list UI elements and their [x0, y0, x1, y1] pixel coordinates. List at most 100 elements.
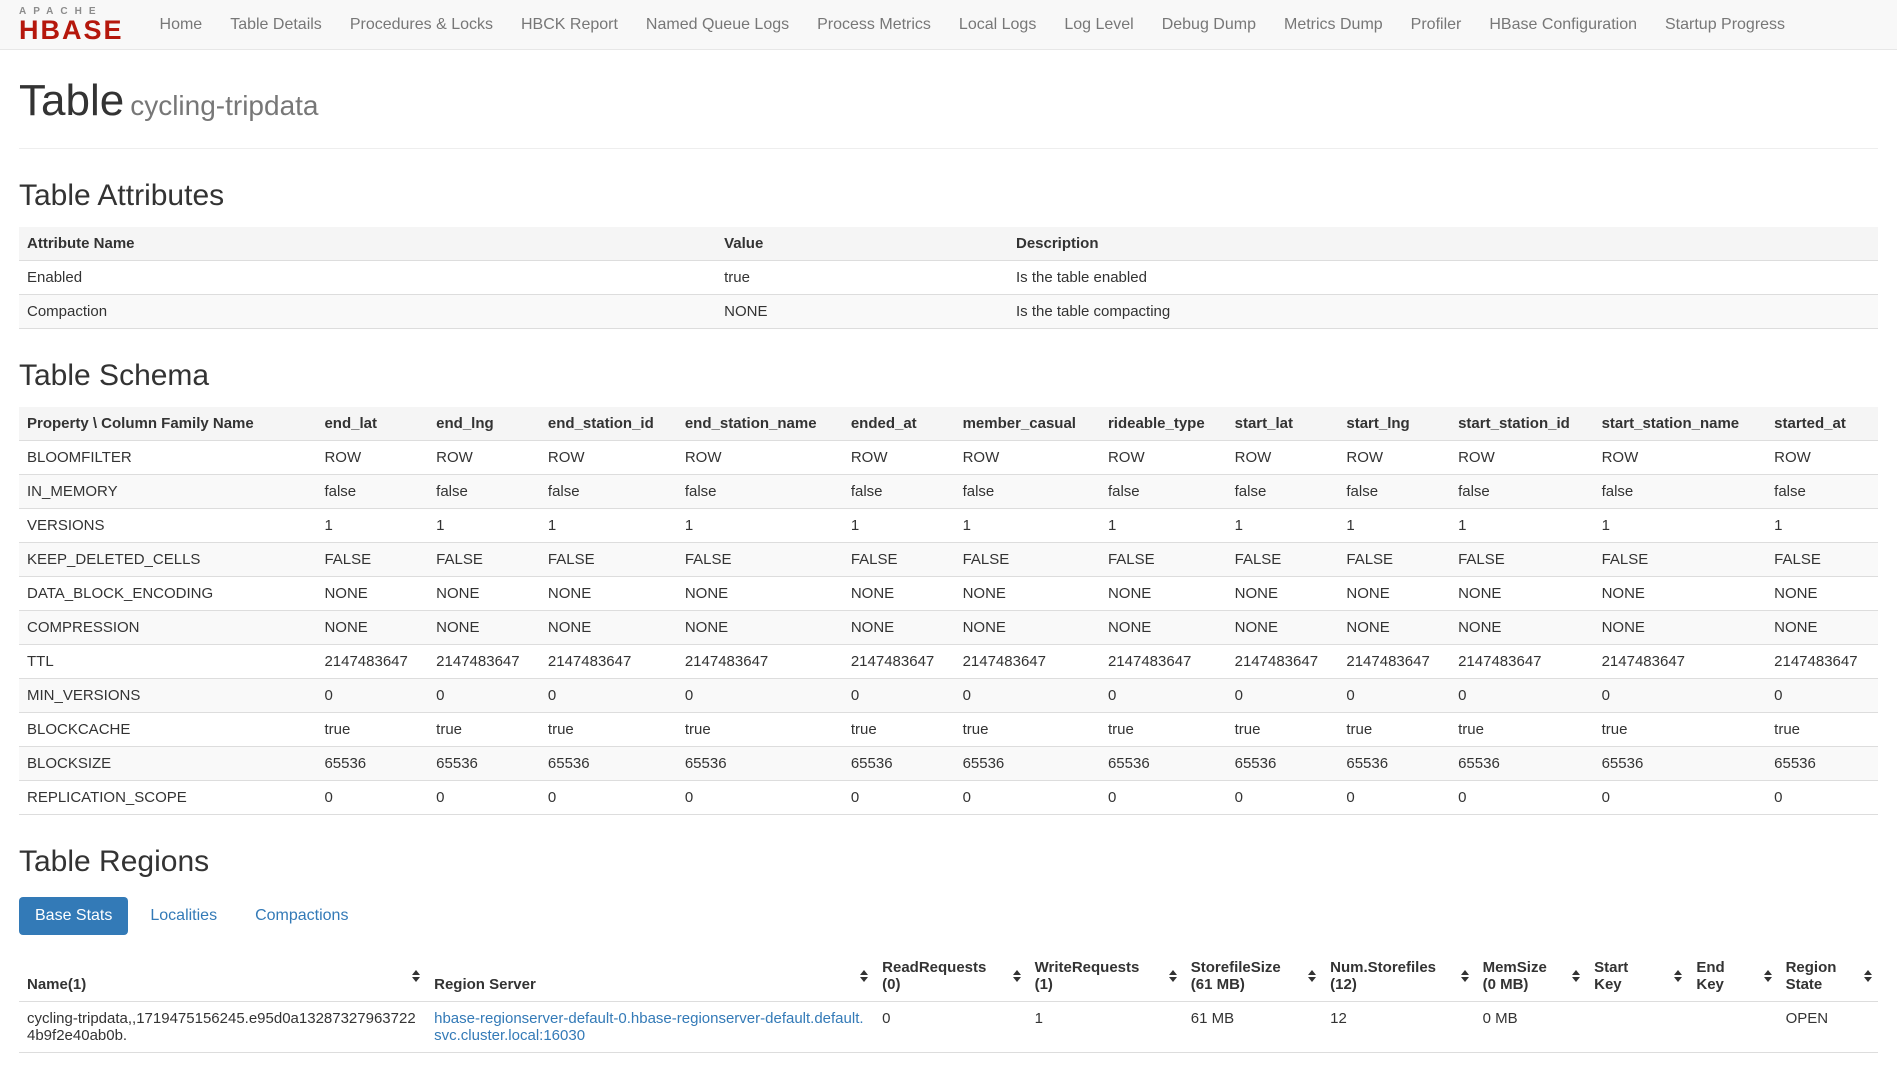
regions-col-mem-size[interactable]: MemSize (0 MB)	[1475, 951, 1587, 1002]
sort-icon[interactable]	[1764, 970, 1772, 982]
regions-col-num-storefiles[interactable]: Num.Storefiles (12)	[1322, 951, 1474, 1002]
schema-value-cell: 65536	[1227, 747, 1339, 781]
schema-value-cell: ROW	[1338, 441, 1450, 475]
sort-icon[interactable]	[1308, 970, 1316, 982]
schema-value-cell: 2147483647	[540, 645, 677, 679]
schema-value-cell: ROW	[1766, 441, 1878, 475]
schema-value-cell: 0	[1338, 679, 1450, 713]
regions-col-label: End Key	[1696, 959, 1724, 993]
tab-base-stats[interactable]: Base Stats	[19, 897, 128, 935]
regions-tabs: Base StatsLocalitiesCompactions	[19, 897, 1878, 935]
schema-value-cell: false	[1338, 475, 1450, 509]
schema-value-cell: NONE	[955, 611, 1100, 645]
schema-value-cell: true	[1594, 713, 1767, 747]
tab-localities[interactable]: Localities	[134, 897, 233, 935]
nav-item-procedures-locks[interactable]: Procedures & Locks	[336, 0, 507, 50]
regions-col-write[interactable]: WriteRequests (1)	[1027, 951, 1183, 1002]
schema-value-cell: ROW	[677, 441, 843, 475]
regions-col-label: MemSize (0 MB)	[1483, 959, 1547, 993]
regions-col-server[interactable]: Region Server	[426, 951, 874, 1002]
schema-value-cell: 65536	[1338, 747, 1450, 781]
schema-value-cell: NONE	[316, 577, 428, 611]
sort-icon[interactable]	[1169, 970, 1177, 982]
region-cell-read: 0	[874, 1002, 1026, 1053]
hbase-logo[interactable]: APACHE HBASE	[19, 7, 124, 42]
nav-item-process-metrics[interactable]: Process Metrics	[803, 0, 945, 50]
nav-item-home[interactable]: Home	[146, 0, 217, 50]
schema-value-cell: 65536	[1100, 747, 1227, 781]
attr-row-enabled: EnabledtrueIs the table enabled	[19, 261, 1878, 295]
nav-item-log-level[interactable]: Log Level	[1050, 0, 1147, 50]
schema-value-cell: 0	[955, 781, 1100, 815]
regions-col-end-key[interactable]: End Key	[1688, 951, 1777, 1002]
schema-property-cell: KEEP_DELETED_CELLS	[19, 543, 316, 577]
schema-value-cell: 2147483647	[1766, 645, 1878, 679]
nav-item-profiler[interactable]: Profiler	[1397, 0, 1476, 50]
schema-value-cell: 1	[316, 509, 428, 543]
schema-property-cell: BLOCKCACHE	[19, 713, 316, 747]
schema-value-cell: 1	[1227, 509, 1339, 543]
schema-family-rideable-type: rideable_type	[1100, 407, 1227, 441]
nav-item-local-logs[interactable]: Local Logs	[945, 0, 1050, 50]
attr-value-cell: NONE	[716, 295, 1008, 329]
regions-col-start-key[interactable]: Start Key	[1586, 951, 1688, 1002]
sort-icon[interactable]	[1572, 970, 1580, 982]
regions-tab-item: Localities	[134, 897, 239, 935]
regions-tab-item: Compactions	[239, 897, 370, 935]
schema-value-cell: 0	[843, 781, 955, 815]
schema-family-ended-at: ended_at	[843, 407, 955, 441]
schema-value-cell: FALSE	[1766, 543, 1878, 577]
schema-family-end-station-name: end_station_name	[677, 407, 843, 441]
table-schema: Property \ Column Family Nameend_latend_…	[19, 407, 1878, 815]
schema-value-cell: 0	[1338, 781, 1450, 815]
schema-value-cell: ROW	[1594, 441, 1767, 475]
regions-col-name[interactable]: Name(1)	[19, 951, 426, 1002]
schema-value-cell: 1	[955, 509, 1100, 543]
region-cell-start-key	[1586, 1002, 1688, 1053]
attr-row-compaction: CompactionNONEIs the table compacting	[19, 295, 1878, 329]
sort-icon[interactable]	[412, 970, 420, 982]
schema-value-cell: 65536	[540, 747, 677, 781]
schema-property-cell: TTL	[19, 645, 316, 679]
nav-item-hbase-configuration[interactable]: HBase Configuration	[1475, 0, 1651, 50]
nav-item-debug-dump[interactable]: Debug Dump	[1148, 0, 1270, 50]
schema-value-cell: 2147483647	[677, 645, 843, 679]
sort-icon[interactable]	[1674, 970, 1682, 982]
attr-col-attribute-name: Attribute Name	[19, 227, 716, 261]
schema-value-cell: 65536	[1450, 747, 1594, 781]
schema-value-cell: 0	[428, 679, 540, 713]
table-regions: Name(1)Region ServerReadRequests (0)Writ…	[19, 951, 1878, 1053]
region-server-link[interactable]: hbase-regionserver-default-0.hbase-regio…	[434, 1010, 863, 1044]
schema-value-cell: false	[1100, 475, 1227, 509]
schema-value-cell: false	[1766, 475, 1878, 509]
sort-icon[interactable]	[1461, 970, 1469, 982]
regions-col-read[interactable]: ReadRequests (0)	[874, 951, 1026, 1002]
schema-value-cell: 0	[428, 781, 540, 815]
sort-icon[interactable]	[1013, 970, 1021, 982]
schema-value-cell: NONE	[1594, 611, 1767, 645]
region-cell-num-storefiles: 12	[1322, 1002, 1474, 1053]
nav-item-hbck-report[interactable]: HBCK Report	[507, 0, 632, 50]
tab-compactions[interactable]: Compactions	[239, 897, 364, 935]
regions-col-label: StorefileSize (61 MB)	[1191, 959, 1281, 993]
sort-icon[interactable]	[1864, 970, 1872, 982]
attributes-heading: Table Attributes	[19, 179, 1878, 213]
schema-value-cell: 0	[1450, 679, 1594, 713]
nav-menu: HomeTable DetailsProcedures & LocksHBCK …	[146, 0, 1800, 49]
schema-value-cell: NONE	[1338, 577, 1450, 611]
nav-item-startup-progress[interactable]: Startup Progress	[1651, 0, 1799, 50]
nav-item-named-queue-logs[interactable]: Named Queue Logs	[632, 0, 803, 50]
schema-value-cell: NONE	[677, 611, 843, 645]
schema-property-cell: VERSIONS	[19, 509, 316, 543]
schema-value-cell: 1	[1766, 509, 1878, 543]
nav-item-metrics-dump[interactable]: Metrics Dump	[1270, 0, 1397, 50]
schema-value-cell: NONE	[1100, 611, 1227, 645]
regions-col-state[interactable]: Region State	[1778, 951, 1878, 1002]
regions-col-storefile-size[interactable]: StorefileSize (61 MB)	[1183, 951, 1322, 1002]
schema-value-cell: 0	[843, 679, 955, 713]
schema-value-cell: 65536	[843, 747, 955, 781]
nav-item-table-details[interactable]: Table Details	[216, 0, 336, 50]
schema-value-cell: false	[540, 475, 677, 509]
sort-icon[interactable]	[860, 970, 868, 982]
schema-value-cell: 65536	[1766, 747, 1878, 781]
